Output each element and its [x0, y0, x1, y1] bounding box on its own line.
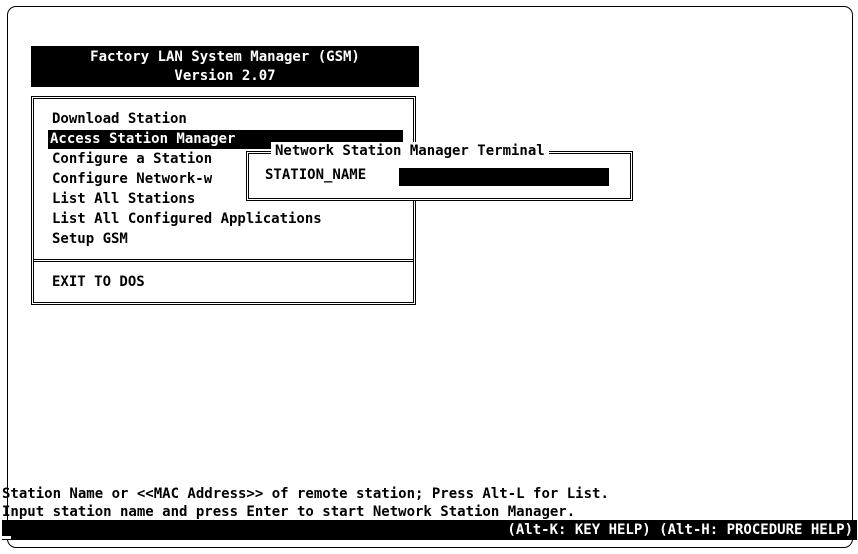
- app-title: Factory LAN System Manager (GSM): [90, 49, 360, 65]
- station-manager-dialog: Network Station Manager Terminal STATION…: [246, 142, 633, 201]
- help-bar: (Alt-K: KEY HELP) (Alt-H: PROCEDURE HELP…: [2, 520, 857, 540]
- dialog-title: Network Station Manager Terminal: [271, 142, 549, 161]
- help-text[interactable]: (Alt-K: KEY HELP) (Alt-H: PROCEDURE HELP…: [507, 520, 853, 540]
- menu-divider: [34, 259, 413, 262]
- menu-item-setup-gsm[interactable]: Setup GSM: [50, 230, 130, 249]
- station-name-label: STATION_NAME: [265, 167, 367, 183]
- menu-item-download-station[interactable]: Download Station: [50, 110, 189, 129]
- station-name-input[interactable]: [399, 168, 609, 186]
- menu-item-configure-network[interactable]: Configure Network-w: [50, 170, 214, 189]
- menu-item-list-stations[interactable]: List All Stations: [50, 190, 197, 209]
- app-version: Version 2.07: [174, 68, 276, 84]
- status-line-hint: Station Name or <<MAC Address>> of remot…: [2, 486, 609, 502]
- menu-item-list-applications[interactable]: List All Configured Applications: [50, 210, 324, 229]
- app-title-block: Factory LAN System Manager (GSM) Version…: [31, 46, 419, 87]
- menu-item-exit-to-dos[interactable]: EXIT TO DOS: [50, 273, 147, 292]
- text-cursor: [2, 536, 11, 539]
- menu-item-configure-station[interactable]: Configure a Station: [50, 150, 214, 169]
